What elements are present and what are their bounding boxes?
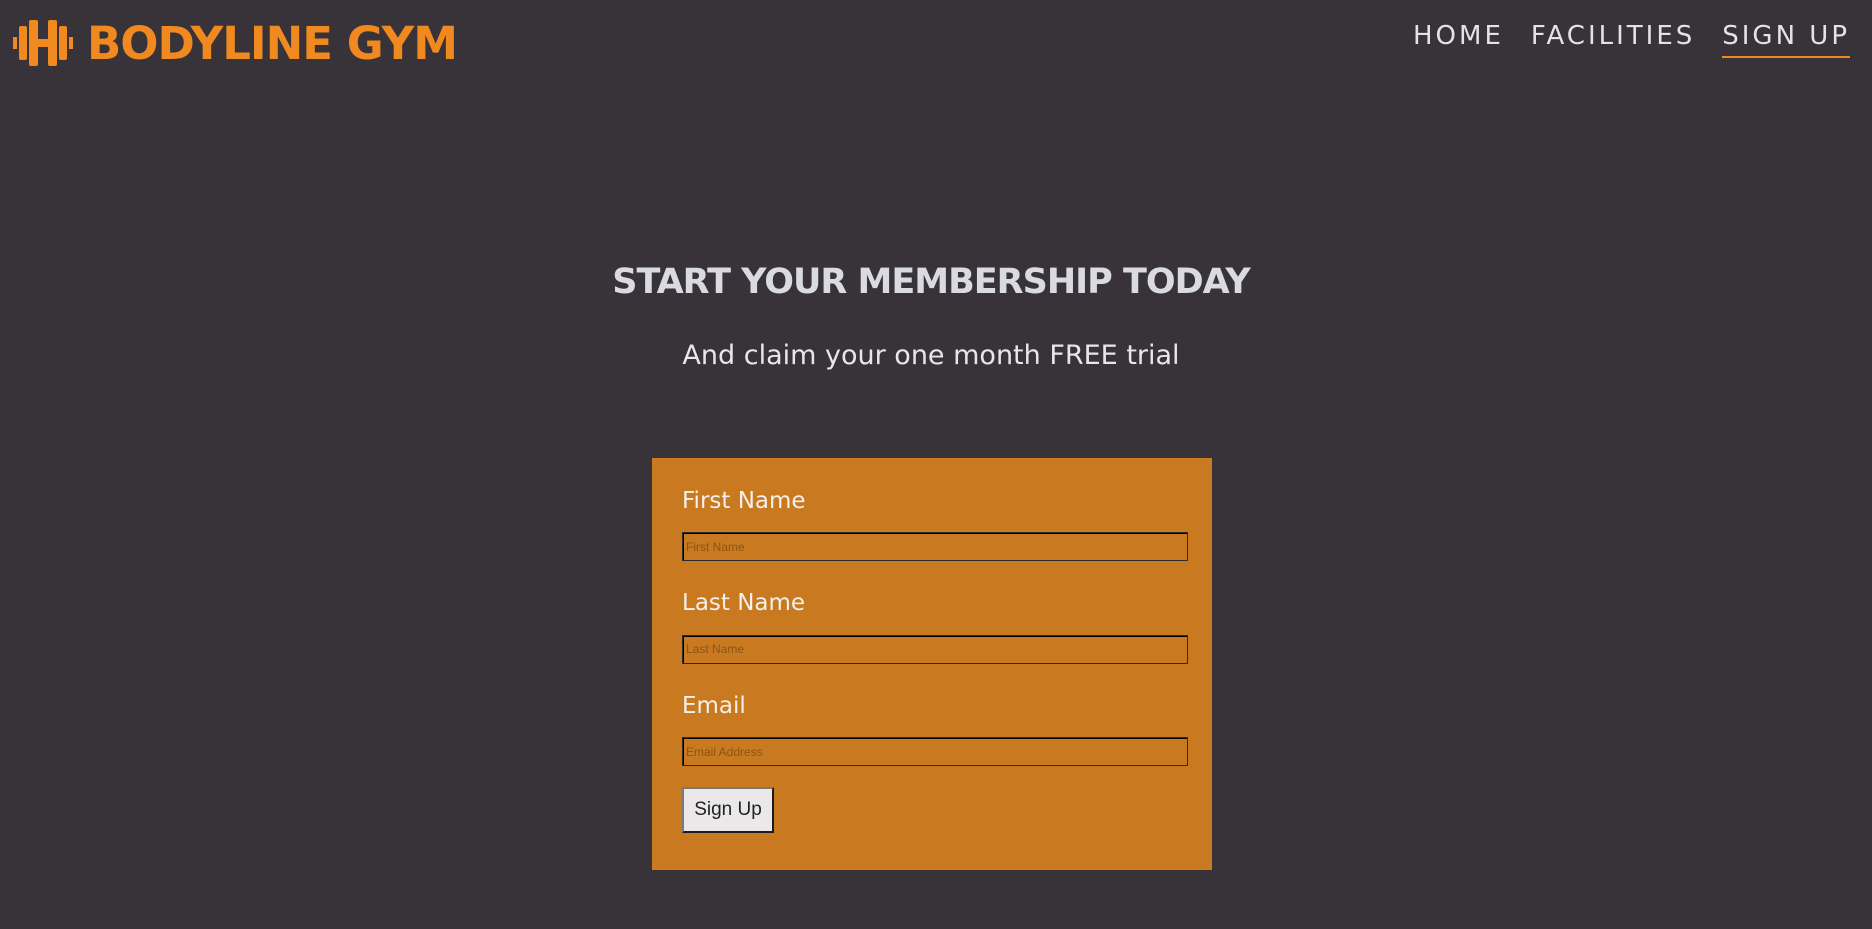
sign-up-button[interactable]: Sign Up bbox=[682, 787, 774, 834]
signup-form: First Name Last Name Email Sign Up bbox=[652, 458, 1212, 870]
last-name-label: Last Name bbox=[682, 590, 806, 617]
main-nav: HOME FACILITIES SIGN UP bbox=[1413, 21, 1850, 58]
site-header: BODYLINE GYM HOME FACILITIES SIGN UP bbox=[0, 0, 1872, 90]
brand-name: BODYLINE GYM bbox=[87, 16, 458, 70]
last-name-field[interactable] bbox=[682, 634, 1188, 664]
nav-home[interactable]: HOME bbox=[1413, 21, 1504, 58]
hero-subtitle: And claim your one month FREE trial bbox=[682, 340, 1180, 371]
brand-logo-link[interactable]: BODYLINE GYM bbox=[13, 16, 458, 70]
dumbbell-icon bbox=[13, 20, 73, 66]
nav-facilities[interactable]: FACILITIES bbox=[1531, 21, 1695, 58]
email-label: Email bbox=[682, 692, 746, 719]
first-name-field[interactable] bbox=[682, 532, 1188, 562]
first-name-label: First Name bbox=[682, 488, 806, 514]
hero-title: START YOUR MEMBERSHIP TODAY bbox=[612, 262, 1251, 302]
nav-sign-up[interactable]: SIGN UP bbox=[1722, 21, 1850, 58]
email-field[interactable] bbox=[682, 737, 1188, 767]
